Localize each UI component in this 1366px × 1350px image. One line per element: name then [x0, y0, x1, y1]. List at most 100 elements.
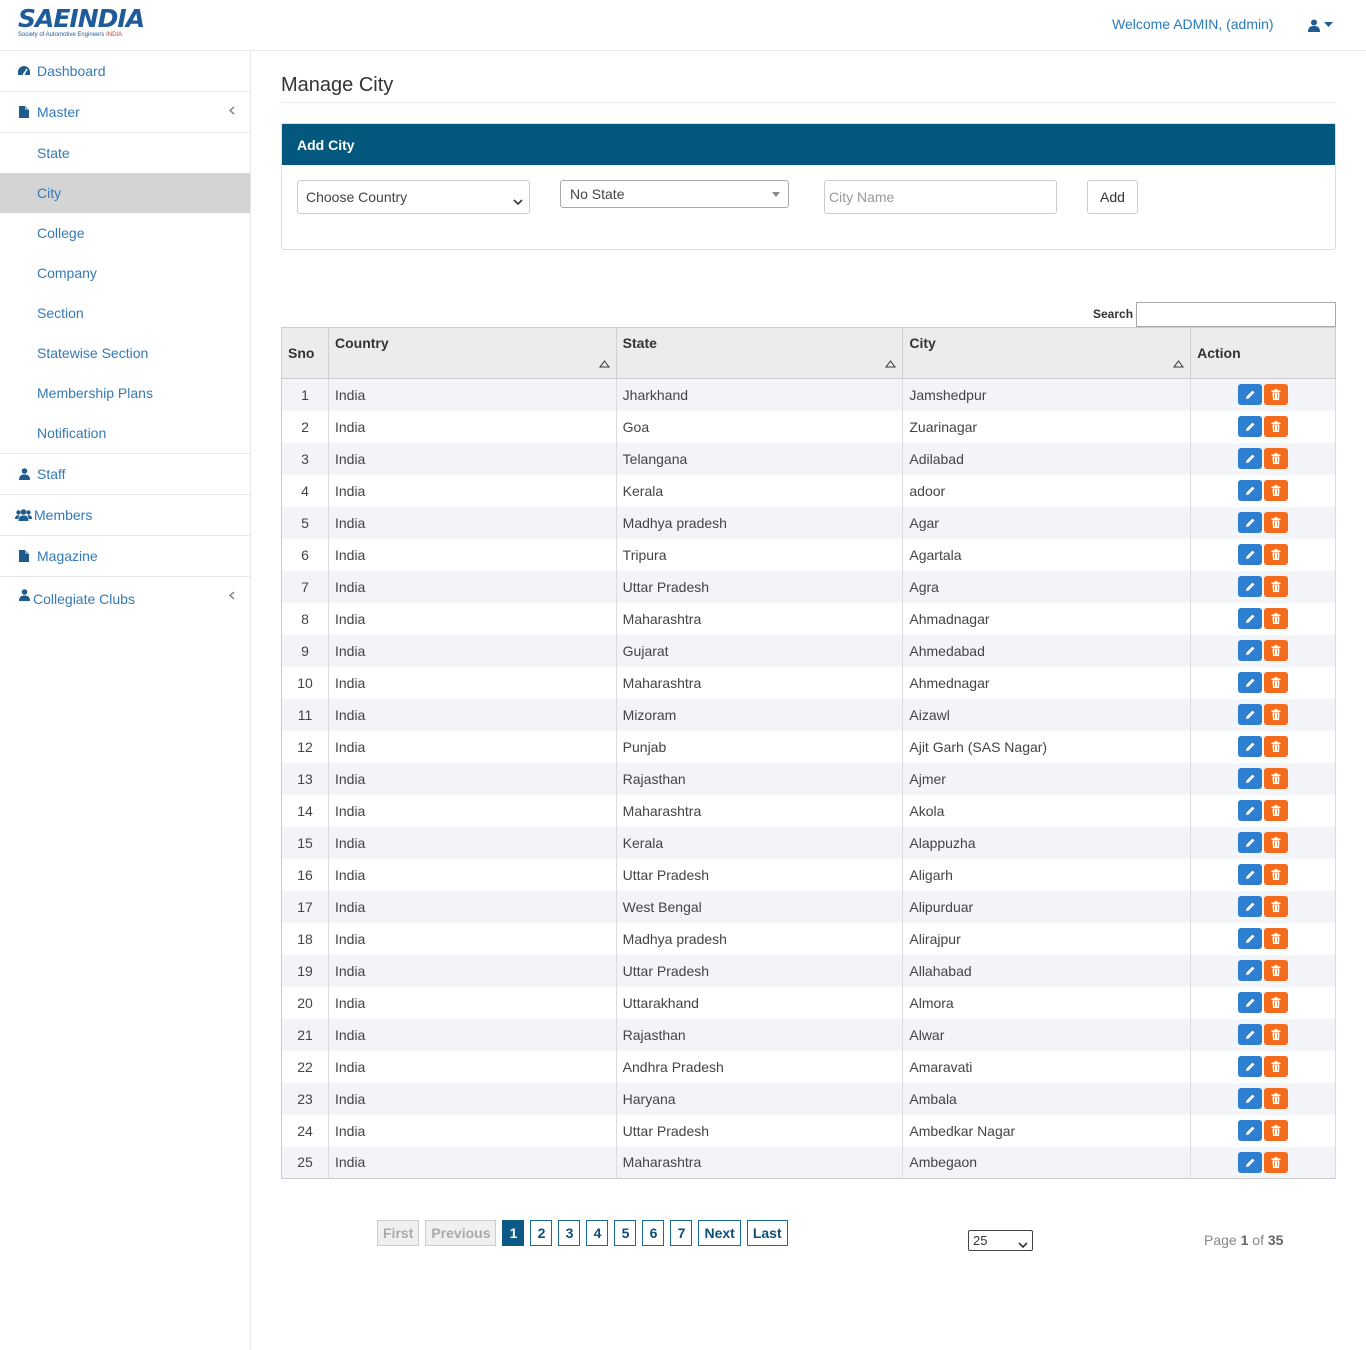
delete-button[interactable] — [1264, 480, 1289, 501]
page-button-7[interactable]: 7 — [670, 1220, 693, 1246]
edit-button[interactable] — [1238, 736, 1263, 757]
delete-button[interactable] — [1264, 512, 1289, 533]
cell-state: Maharashtra — [616, 666, 904, 699]
delete-button[interactable] — [1264, 992, 1289, 1013]
sidebar-item-section[interactable]: Section — [0, 293, 250, 333]
edit-button[interactable] — [1238, 1056, 1263, 1077]
add-button[interactable]: Add — [1087, 180, 1138, 214]
delete-button[interactable] — [1264, 1056, 1289, 1077]
edit-button[interactable] — [1238, 1024, 1263, 1045]
sidebar-item-collegiate-clubs[interactable]: Collegiate Clubs — [0, 577, 250, 613]
edit-button[interactable] — [1238, 1120, 1263, 1141]
sidebar-item-notification[interactable]: Notification — [0, 413, 250, 453]
column-header-state[interactable]: State — [616, 327, 904, 379]
column-header-city[interactable]: City — [902, 327, 1192, 379]
edit-button[interactable] — [1238, 1088, 1263, 1109]
country-select[interactable]: Choose Country — [297, 180, 530, 214]
delete-button[interactable] — [1264, 1088, 1289, 1109]
edit-button[interactable] — [1238, 960, 1263, 981]
edit-button[interactable] — [1238, 576, 1263, 597]
sidebar-item-statewise-section[interactable]: Statewise Section — [0, 333, 250, 373]
edit-button[interactable] — [1238, 480, 1263, 501]
first-page-button[interactable]: First — [377, 1220, 420, 1246]
sidebar-item-company[interactable]: Company — [0, 253, 250, 293]
search-input[interactable] — [1136, 302, 1336, 327]
saeindia-logo[interactable]: SAEINDIA Society of Automotive Engineers… — [18, 4, 145, 39]
sidebar-item-membership-plans[interactable]: Membership Plans — [0, 373, 250, 413]
logo-text: SAEINDIA — [18, 4, 145, 33]
edit-button[interactable] — [1238, 832, 1263, 853]
next-page-button[interactable]: Next — [698, 1220, 741, 1246]
sidebar-item-dashboard[interactable]: Dashboard — [0, 51, 250, 92]
delete-button[interactable] — [1264, 672, 1289, 693]
column-header-country[interactable]: Country — [328, 327, 617, 379]
delete-button[interactable] — [1264, 864, 1289, 885]
edit-button[interactable] — [1238, 864, 1263, 885]
delete-button[interactable] — [1264, 576, 1289, 597]
sidebar-item-magazine[interactable]: Magazine — [0, 536, 250, 577]
page-button-4[interactable]: 4 — [586, 1220, 609, 1246]
page-button-5[interactable]: 5 — [614, 1220, 637, 1246]
page-button-3[interactable]: 3 — [558, 1220, 581, 1246]
edit-button[interactable] — [1238, 1151, 1263, 1173]
city-name-input[interactable] — [824, 180, 1057, 214]
edit-button[interactable] — [1238, 672, 1263, 693]
delete-button[interactable] — [1264, 1024, 1289, 1045]
edit-button[interactable] — [1238, 512, 1263, 533]
pencil-icon — [1245, 614, 1255, 623]
sidebar-item-college[interactable]: College — [0, 213, 250, 253]
sidebar-item-members[interactable]: Members — [0, 495, 250, 536]
edit-button[interactable] — [1238, 416, 1263, 437]
page-button-2[interactable]: 2 — [530, 1220, 553, 1246]
cell-city: Jamshedpur — [902, 378, 1192, 411]
pencil-icon — [1245, 454, 1255, 463]
edit-button[interactable] — [1238, 928, 1263, 949]
delete-button[interactable] — [1264, 960, 1289, 981]
page-size-select[interactable]: 25 — [968, 1230, 1033, 1251]
delete-button[interactable] — [1264, 896, 1289, 917]
delete-button[interactable] — [1264, 448, 1289, 469]
edit-button[interactable] — [1238, 896, 1263, 917]
delete-button[interactable] — [1264, 928, 1289, 949]
edit-button[interactable] — [1238, 384, 1263, 406]
edit-button[interactable] — [1238, 544, 1263, 565]
users-icon — [15, 508, 32, 522]
delete-button[interactable] — [1264, 608, 1289, 629]
edit-button[interactable] — [1238, 608, 1263, 629]
last-page-button[interactable]: Last — [746, 1220, 788, 1246]
delete-button[interactable] — [1264, 704, 1289, 725]
edit-button[interactable] — [1238, 448, 1263, 469]
cell-country: India — [328, 410, 617, 443]
user-menu-toggle[interactable] — [1308, 15, 1338, 35]
edit-button[interactable] — [1238, 640, 1263, 661]
delete-button[interactable] — [1264, 640, 1289, 661]
delete-button[interactable] — [1264, 416, 1289, 437]
cell-country: India — [328, 1082, 617, 1115]
table-row: 20 India Uttarakhand Almora — [281, 986, 1336, 1019]
edit-button[interactable] — [1238, 992, 1263, 1013]
delete-button[interactable] — [1264, 768, 1289, 789]
edit-button[interactable] — [1238, 768, 1263, 789]
delete-button[interactable] — [1264, 1120, 1289, 1141]
page-button-1[interactable]: 1 — [502, 1220, 525, 1246]
cell-sno: 18 — [281, 922, 329, 955]
sidebar-item-city[interactable]: City — [0, 173, 250, 213]
sidebar-item-state[interactable]: State — [0, 133, 250, 173]
sidebar-item-label: Master — [37, 104, 80, 120]
trash-icon — [1271, 549, 1281, 560]
delete-button[interactable] — [1264, 544, 1289, 565]
edit-button[interactable] — [1238, 704, 1263, 725]
delete-button[interactable] — [1264, 832, 1289, 853]
delete-button[interactable] — [1264, 384, 1289, 406]
cell-city: Agartala — [902, 538, 1192, 571]
sidebar-item-staff[interactable]: Staff — [0, 454, 250, 495]
delete-button[interactable] — [1264, 736, 1289, 757]
delete-button[interactable] — [1264, 800, 1289, 821]
previous-page-button[interactable]: Previous — [425, 1220, 497, 1246]
state-select[interactable]: No State — [560, 180, 789, 208]
cell-state: Punjab — [616, 730, 904, 763]
delete-button[interactable] — [1264, 1151, 1289, 1173]
edit-button[interactable] — [1238, 800, 1263, 821]
sidebar-item-master[interactable]: Master — [0, 92, 250, 133]
page-button-6[interactable]: 6 — [642, 1220, 665, 1246]
